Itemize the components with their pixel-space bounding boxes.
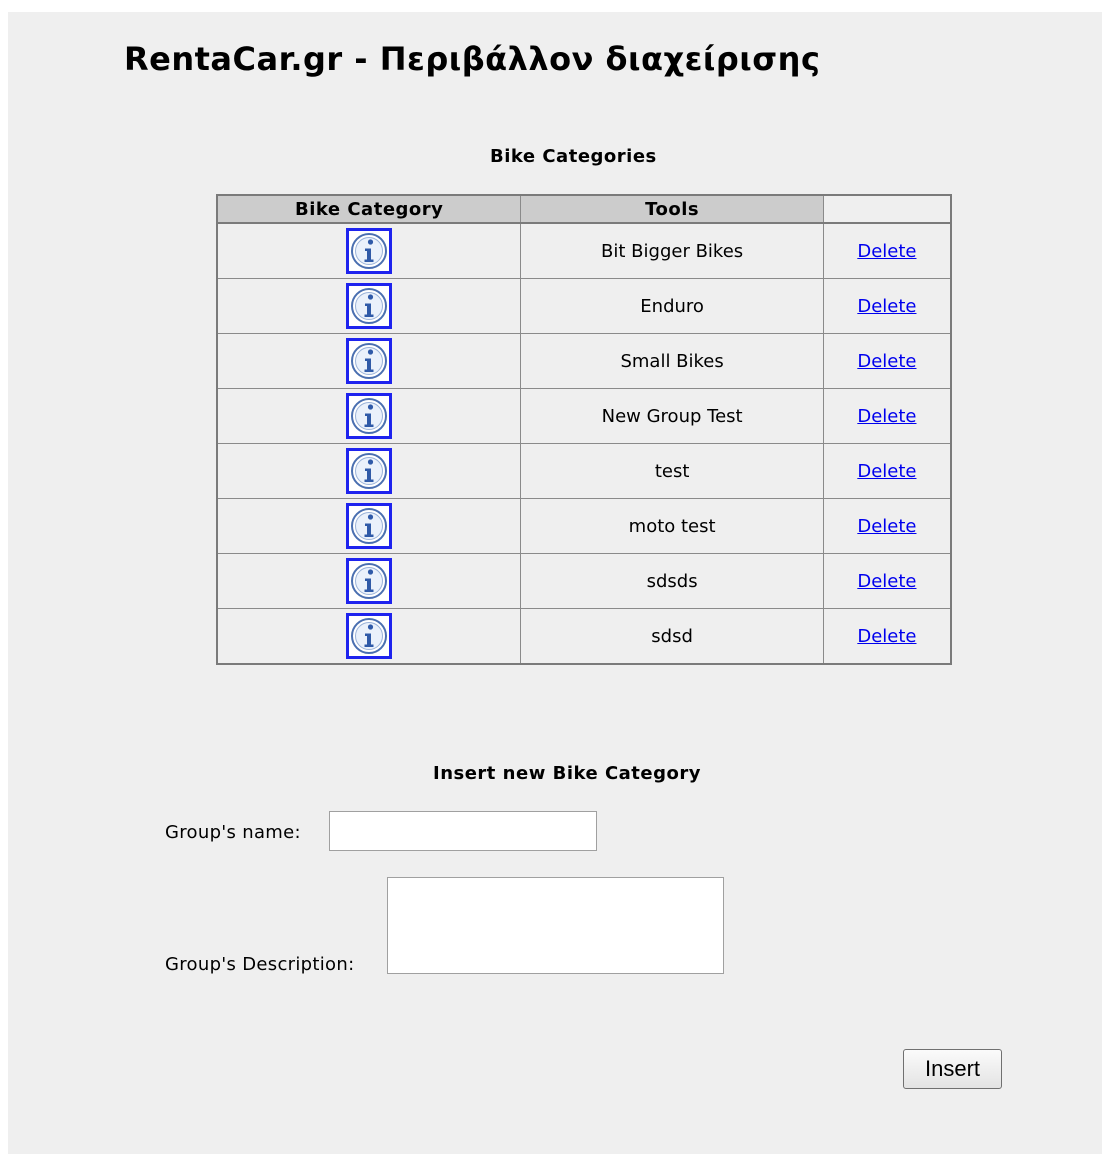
- table-row: Small Bikes Delete: [217, 333, 951, 389]
- group-description-textarea[interactable]: [387, 877, 724, 974]
- category-name: sdsds: [520, 553, 824, 609]
- icon-cell: [217, 498, 522, 554]
- delete-link[interactable]: Delete: [857, 241, 916, 262]
- page-title: RentaCar.gr - Περιβάλλον διαχείρισης: [124, 40, 821, 78]
- info-icon[interactable]: [346, 558, 393, 604]
- icon-cell: [217, 388, 522, 444]
- category-name: sdsd: [520, 608, 824, 664]
- table-row: sdsds Delete: [217, 553, 951, 609]
- table-row: Bit Bigger Bikes Delete: [217, 223, 951, 279]
- admin-panel: RentaCar.gr - Περιβάλλον διαχείρισης Bik…: [8, 12, 1102, 1154]
- column-header-bike-category: Bike Category: [217, 195, 522, 224]
- actions-cell: Delete: [823, 609, 951, 665]
- table-row: test Delete: [217, 443, 951, 499]
- actions-cell: Delete: [823, 443, 951, 499]
- categories-table-body: Bit Bigger Bikes Delete Enduro Delete Small …: [217, 223, 951, 664]
- info-icon[interactable]: [346, 503, 393, 549]
- info-icon[interactable]: [346, 283, 393, 329]
- delete-link[interactable]: Delete: [857, 351, 916, 372]
- group-name-label: Group's name:: [165, 822, 301, 843]
- info-icon[interactable]: [346, 613, 393, 659]
- category-name: test: [520, 443, 824, 499]
- category-name: New Group Test: [520, 388, 824, 444]
- actions-cell: Delete: [823, 553, 951, 609]
- icon-cell: [217, 223, 522, 279]
- insert-section-title: Insert new Bike Category: [433, 763, 701, 784]
- categories-section-title: Bike Categories: [490, 146, 657, 167]
- delete-link[interactable]: Delete: [857, 461, 916, 482]
- delete-link[interactable]: Delete: [857, 516, 916, 537]
- actions-cell: Delete: [823, 388, 951, 444]
- group-name-input[interactable]: [329, 811, 597, 851]
- table-row: Enduro Delete: [217, 278, 951, 334]
- category-name: Small Bikes: [520, 333, 824, 389]
- insert-button[interactable]: Insert: [903, 1049, 1002, 1089]
- table-row: New Group Test Delete: [217, 388, 951, 444]
- info-icon[interactable]: [346, 228, 393, 274]
- table-row: moto test Delete: [217, 498, 951, 554]
- info-icon[interactable]: [346, 448, 393, 494]
- column-header-tools: Tools: [520, 195, 824, 224]
- categories-table: Bike Category Tools Bit Bigger Bikes Dele…: [216, 194, 952, 665]
- actions-cell: Delete: [823, 278, 951, 334]
- icon-cell: [217, 443, 522, 499]
- delete-link[interactable]: Delete: [857, 626, 916, 647]
- icon-cell: [217, 553, 522, 609]
- delete-link[interactable]: Delete: [857, 296, 916, 317]
- icon-cell: [217, 333, 522, 389]
- actions-cell: Delete: [823, 333, 951, 389]
- icon-cell: [217, 608, 522, 664]
- group-description-label: Group's Description:: [165, 954, 355, 975]
- category-name: Enduro: [520, 278, 824, 334]
- actions-cell: Delete: [823, 498, 951, 554]
- info-icon[interactable]: [346, 393, 393, 439]
- icon-cell: [217, 278, 522, 334]
- info-icon[interactable]: [346, 338, 393, 384]
- delete-link[interactable]: Delete: [857, 406, 916, 427]
- category-name: moto test: [520, 498, 824, 554]
- delete-link[interactable]: Delete: [857, 571, 916, 592]
- table-row: sdsd Delete: [217, 608, 951, 665]
- actions-cell: Delete: [823, 223, 951, 279]
- table-header-row: Bike Category Tools: [217, 195, 951, 224]
- category-name: Bit Bigger Bikes: [520, 223, 824, 279]
- column-header-actions: [823, 195, 951, 224]
